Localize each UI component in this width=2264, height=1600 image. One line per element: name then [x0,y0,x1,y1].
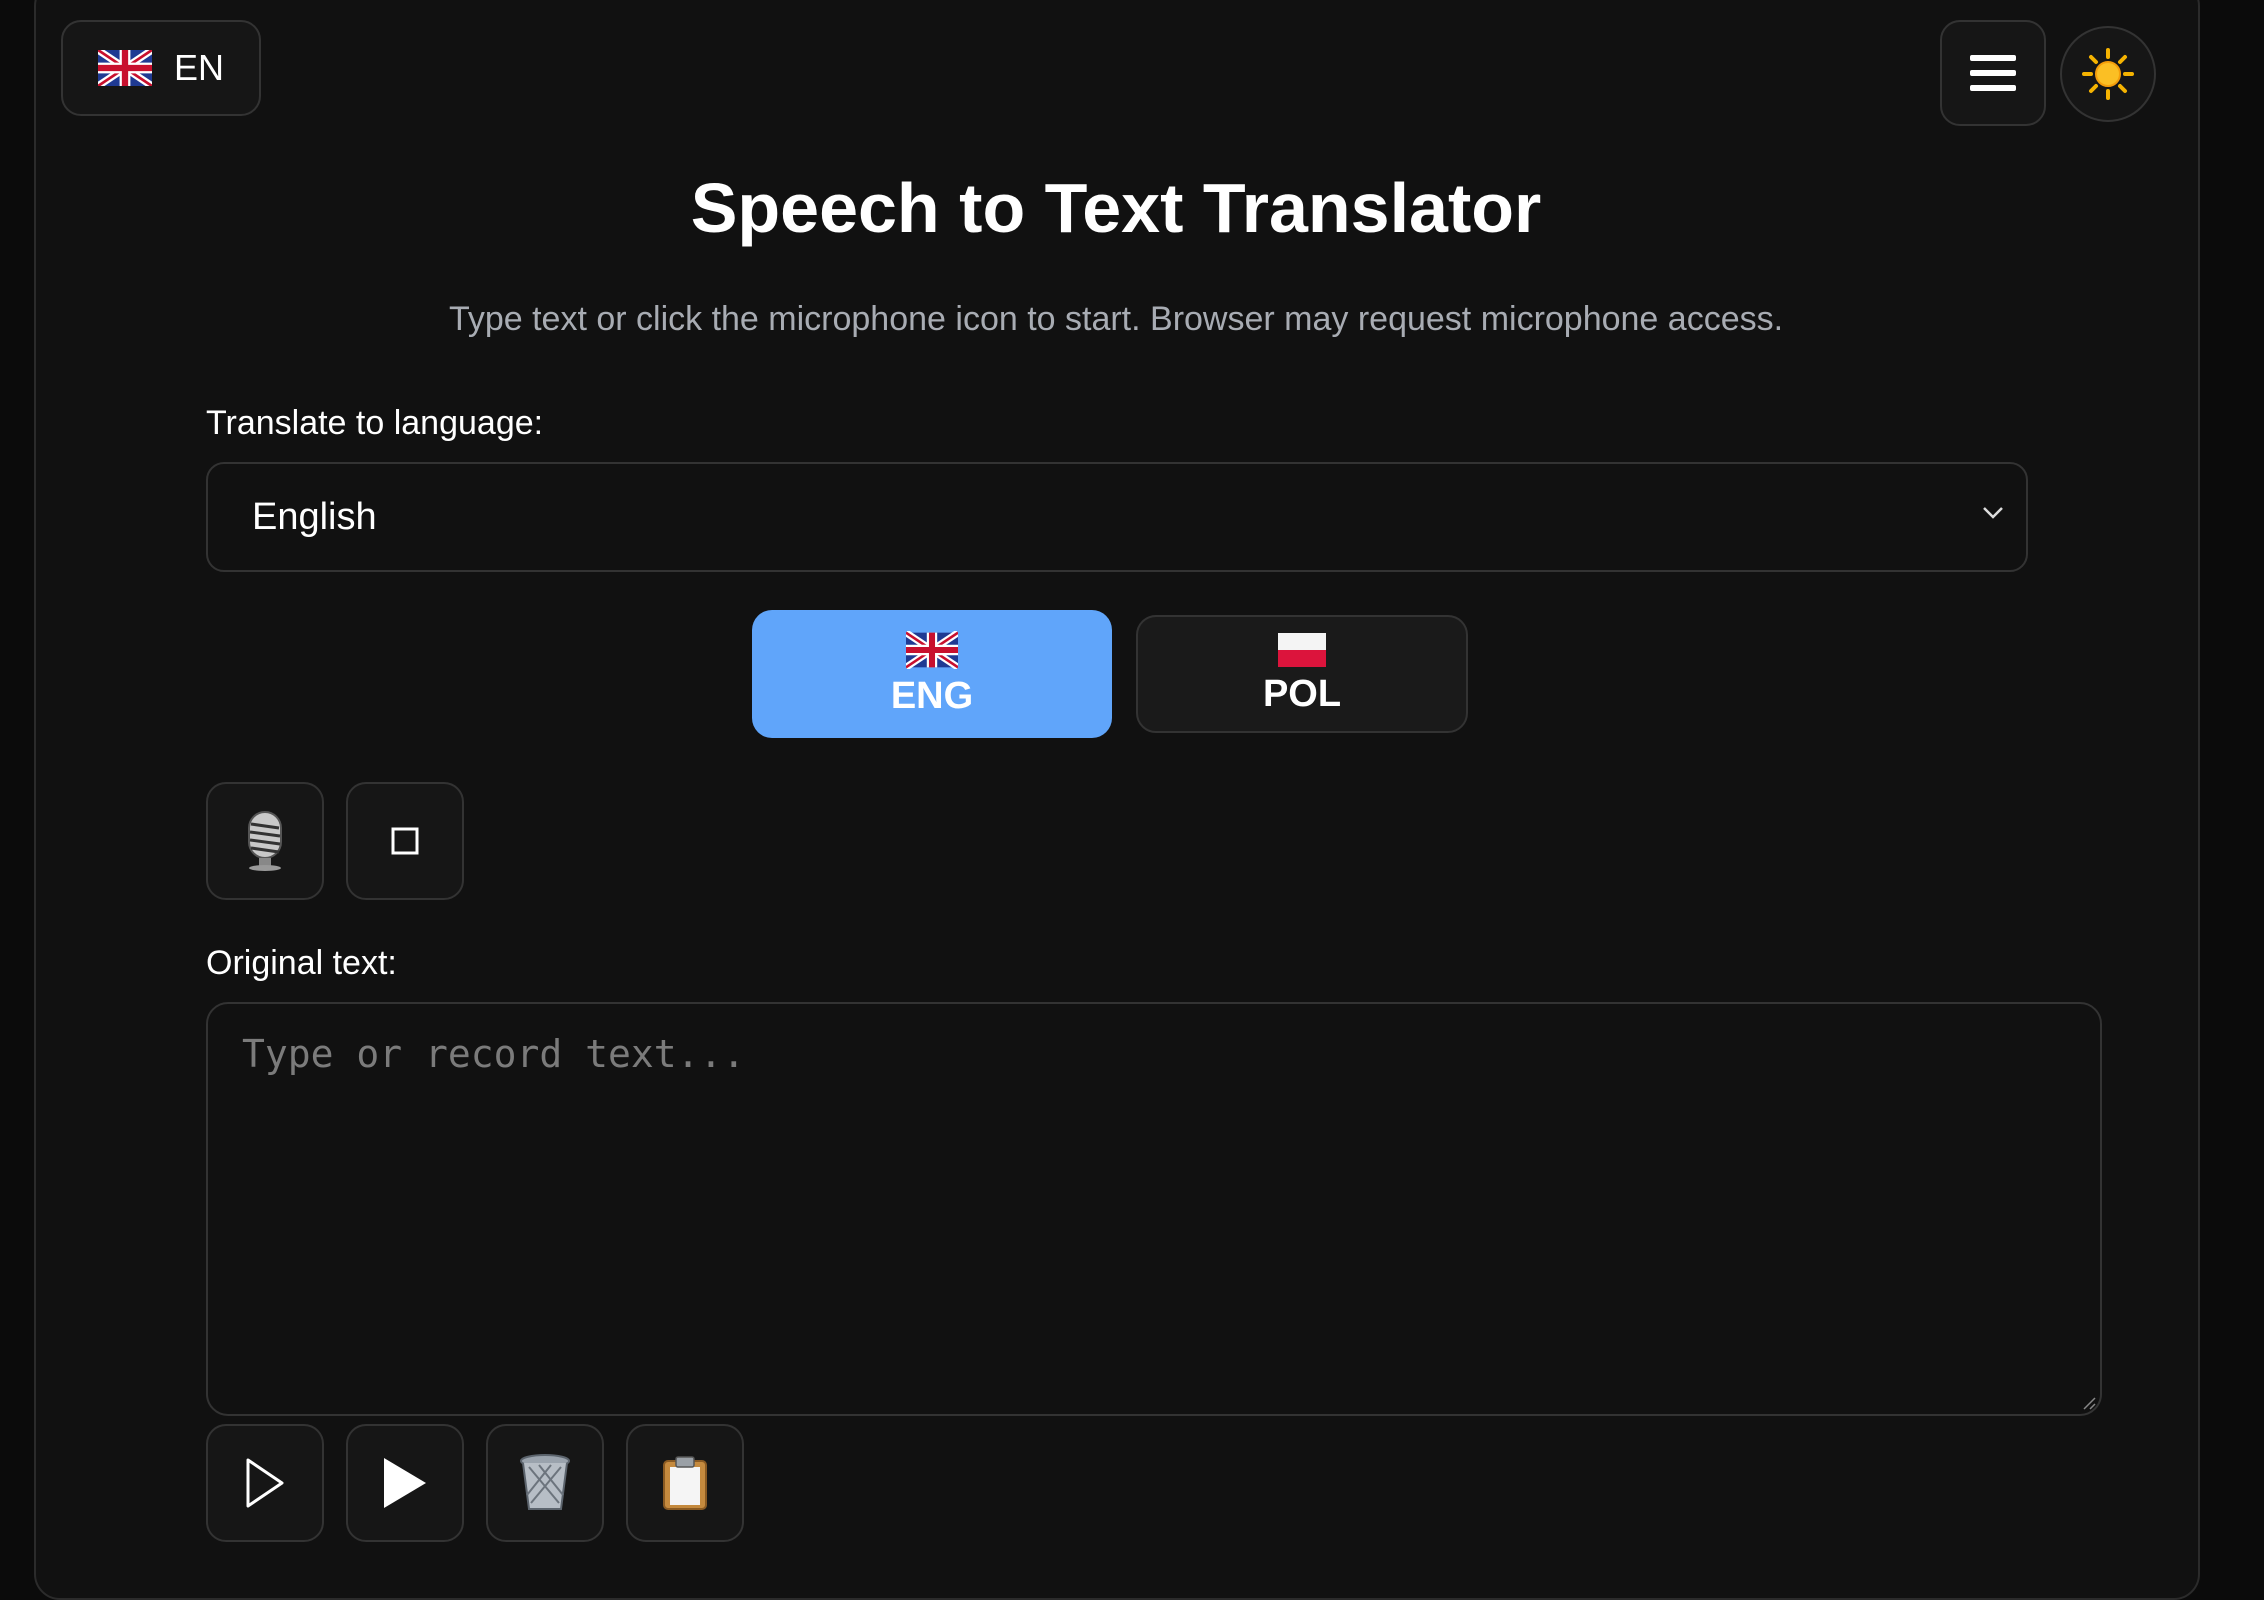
clipboard-icon [663,1456,707,1510]
play-translation-button[interactable] [346,1424,464,1542]
sun-icon [2082,48,2134,100]
source-language-eng-label: ENG [890,674,974,717]
translate-to-label: Translate to language: [206,404,544,442]
ui-language-button[interactable]: EN [61,20,261,116]
menu-button[interactable] [1940,20,2046,126]
play-filled-icon [384,1458,426,1508]
original-text-label: Original text: [206,944,397,982]
original-text-input[interactable]: Type or record text... [206,1002,2102,1416]
page-title: Speech to Text Translator [690,169,1542,247]
page-subtitle: Type text or click the microphone icon t… [448,300,1784,338]
ui-language-code: EN [173,47,224,88]
play-original-button[interactable] [206,1424,324,1542]
uk-flag-icon [97,50,152,86]
resize-handle-icon[interactable] [2080,1394,2096,1410]
chevron-down-icon [1983,507,2003,519]
microphone-icon [248,811,282,871]
trash-icon [520,1454,570,1510]
clear-text-button[interactable] [486,1424,604,1542]
start-recording-button[interactable] [206,782,324,900]
source-language-pol-label: POL [1262,672,1342,715]
copy-text-button[interactable] [626,1424,744,1542]
play-outline-icon [246,1458,284,1508]
source-language-pol-button[interactable]: POL [1136,615,1468,733]
original-text-placeholder: Type or record text... [242,1032,746,1076]
uk-flag-icon [906,630,958,669]
stop-recording-button[interactable] [346,782,464,900]
poland-flag-icon [1278,632,1326,667]
theme-toggle-button[interactable] [2060,26,2156,122]
target-language-value: English [252,495,377,538]
target-language-select[interactable]: English [206,462,2028,572]
source-language-eng-button[interactable]: ENG [752,610,1112,738]
hamburger-menu-icon [1970,55,2016,91]
stop-square-icon [391,827,419,855]
